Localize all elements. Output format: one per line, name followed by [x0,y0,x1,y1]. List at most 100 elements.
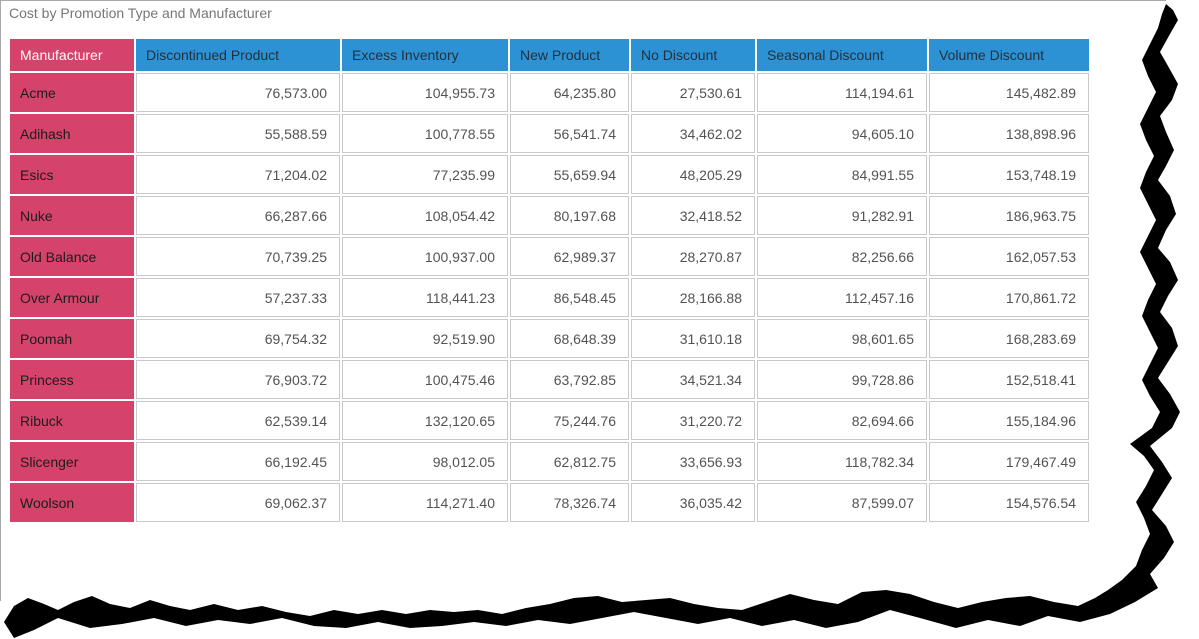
column-header-1[interactable]: Discontinued Product [136,39,340,71]
row-header-cell[interactable]: Over Armour [10,278,134,317]
value-cell[interactable]: 66,192.45 [136,442,340,481]
value-cell[interactable]: 34,462.02 [631,114,755,153]
value-cell[interactable]: 92,519.90 [342,319,508,358]
value-cell[interactable]: 31,610.18 [631,319,755,358]
value-cell[interactable]: 78,326.74 [510,483,629,522]
value-cell[interactable]: 100,778.55 [342,114,508,153]
table-header-row: Manufacturer Discontinued Product Excess … [10,39,1089,71]
value-cell[interactable]: 66,287.66 [136,196,340,235]
value-cell[interactable]: 179,467.49 [929,442,1089,481]
value-cell[interactable]: 104,955.73 [342,73,508,112]
table-visual: Cost by Promotion Type and Manufacturer … [0,0,1199,639]
column-header-4[interactable]: No Discount [631,39,755,71]
value-cell[interactable]: 118,441.23 [342,278,508,317]
value-cell[interactable]: 168,283.69 [929,319,1089,358]
value-cell[interactable]: 62,989.37 [510,237,629,276]
value-cell[interactable]: 27,530.61 [631,73,755,112]
value-cell[interactable]: 32,418.52 [631,196,755,235]
value-cell[interactable]: 100,937.00 [342,237,508,276]
visual-border-top [0,0,1166,1]
row-header-cell[interactable]: Woolson [10,483,134,522]
data-table: Manufacturer Discontinued Product Excess … [8,37,1091,524]
value-cell[interactable]: 57,237.33 [136,278,340,317]
value-cell[interactable]: 112,457.16 [757,278,927,317]
value-cell[interactable]: 84,991.55 [757,155,927,194]
table-row: Nuke 66,287.66 108,054.42 80,197.68 32,418.5… [10,196,1089,235]
table-row: Esics 71,204.02 77,235.99 55,659.94 48,205.2… [10,155,1089,194]
value-cell[interactable]: 132,120.65 [342,401,508,440]
value-cell[interactable]: 69,754.32 [136,319,340,358]
value-cell[interactable]: 76,573.00 [136,73,340,112]
value-cell[interactable]: 114,194.61 [757,73,927,112]
row-header-cell[interactable]: Ribuck [10,401,134,440]
table-row: Ribuck 62,539.14 132,120.65 75,244.76 31,220… [10,401,1089,440]
row-header-cell[interactable]: Poomah [10,319,134,358]
value-cell[interactable]: 87,599.07 [757,483,927,522]
value-cell[interactable]: 154,576.54 [929,483,1089,522]
value-cell[interactable]: 114,271.40 [342,483,508,522]
value-cell[interactable]: 68,648.39 [510,319,629,358]
value-cell[interactable]: 98,012.05 [342,442,508,481]
column-header-2[interactable]: Excess Inventory [342,39,508,71]
value-cell[interactable]: 100,475.46 [342,360,508,399]
row-header-cell[interactable]: Adihash [10,114,134,153]
table-body: Acme 76,573.00 104,955.73 64,235.80 27,530.6… [10,73,1089,522]
table-row: Over Armour 57,237.33 118,441.23 86,548.45 2… [10,278,1089,317]
row-header-cell[interactable]: Nuke [10,196,134,235]
value-cell[interactable]: 69,062.37 [136,483,340,522]
value-cell[interactable]: 63,792.85 [510,360,629,399]
value-cell[interactable]: 98,601.65 [757,319,927,358]
row-header-cell[interactable]: Slicenger [10,442,134,481]
column-header-3[interactable]: New Product [510,39,629,71]
value-cell[interactable]: 64,235.80 [510,73,629,112]
value-cell[interactable]: 33,656.93 [631,442,755,481]
value-cell[interactable]: 31,220.72 [631,401,755,440]
row-header-cell[interactable]: Old Balance [10,237,134,276]
value-cell[interactable]: 99,728.86 [757,360,927,399]
row-header-cell[interactable]: Acme [10,73,134,112]
value-cell[interactable]: 55,659.94 [510,155,629,194]
value-cell[interactable]: 82,256.66 [757,237,927,276]
column-header-manufacturer[interactable]: Manufacturer [10,39,134,71]
value-cell[interactable]: 28,270.87 [631,237,755,276]
value-cell[interactable]: 80,197.68 [510,196,629,235]
value-cell[interactable]: 76,903.72 [136,360,340,399]
table-row: Poomah 69,754.32 92,519.90 68,648.39 31,610.… [10,319,1089,358]
value-cell[interactable]: 48,205.29 [631,155,755,194]
visual-title: Cost by Promotion Type and Manufacturer [9,5,272,21]
column-header-6[interactable]: Volume Discount [929,39,1089,71]
row-header-cell[interactable]: Princess [10,360,134,399]
value-cell[interactable]: 155,184.96 [929,401,1089,440]
value-cell[interactable]: 56,541.74 [510,114,629,153]
value-cell[interactable]: 118,782.34 [757,442,927,481]
value-cell[interactable]: 138,898.96 [929,114,1089,153]
value-cell[interactable]: 71,204.02 [136,155,340,194]
value-cell[interactable]: 70,739.25 [136,237,340,276]
value-cell[interactable]: 94,605.10 [757,114,927,153]
value-cell[interactable]: 82,694.66 [757,401,927,440]
value-cell[interactable]: 34,521.34 [631,360,755,399]
value-cell[interactable]: 86,548.45 [510,278,629,317]
value-cell[interactable]: 145,482.89 [929,73,1089,112]
value-cell[interactable]: 36,035.42 [631,483,755,522]
table-row: Old Balance 70,739.25 100,937.00 62,989.37 2… [10,237,1089,276]
table-row: Acme 76,573.00 104,955.73 64,235.80 27,530.6… [10,73,1089,112]
value-cell[interactable]: 153,748.19 [929,155,1089,194]
value-cell[interactable]: 152,518.41 [929,360,1089,399]
value-cell[interactable]: 91,282.91 [757,196,927,235]
value-cell[interactable]: 62,539.14 [136,401,340,440]
visual-border-left [0,0,1,601]
column-header-5[interactable]: Seasonal Discount [757,39,927,71]
table-row: Adihash 55,588.59 100,778.55 56,541.74 34,46… [10,114,1089,153]
value-cell[interactable]: 186,963.75 [929,196,1089,235]
row-header-cell[interactable]: Esics [10,155,134,194]
table-row: Slicenger 66,192.45 98,012.05 62,812.75 33,6… [10,442,1089,481]
value-cell[interactable]: 75,244.76 [510,401,629,440]
value-cell[interactable]: 62,812.75 [510,442,629,481]
value-cell[interactable]: 28,166.88 [631,278,755,317]
value-cell[interactable]: 170,861.72 [929,278,1089,317]
value-cell[interactable]: 55,588.59 [136,114,340,153]
value-cell[interactable]: 162,057.53 [929,237,1089,276]
value-cell[interactable]: 77,235.99 [342,155,508,194]
value-cell[interactable]: 108,054.42 [342,196,508,235]
